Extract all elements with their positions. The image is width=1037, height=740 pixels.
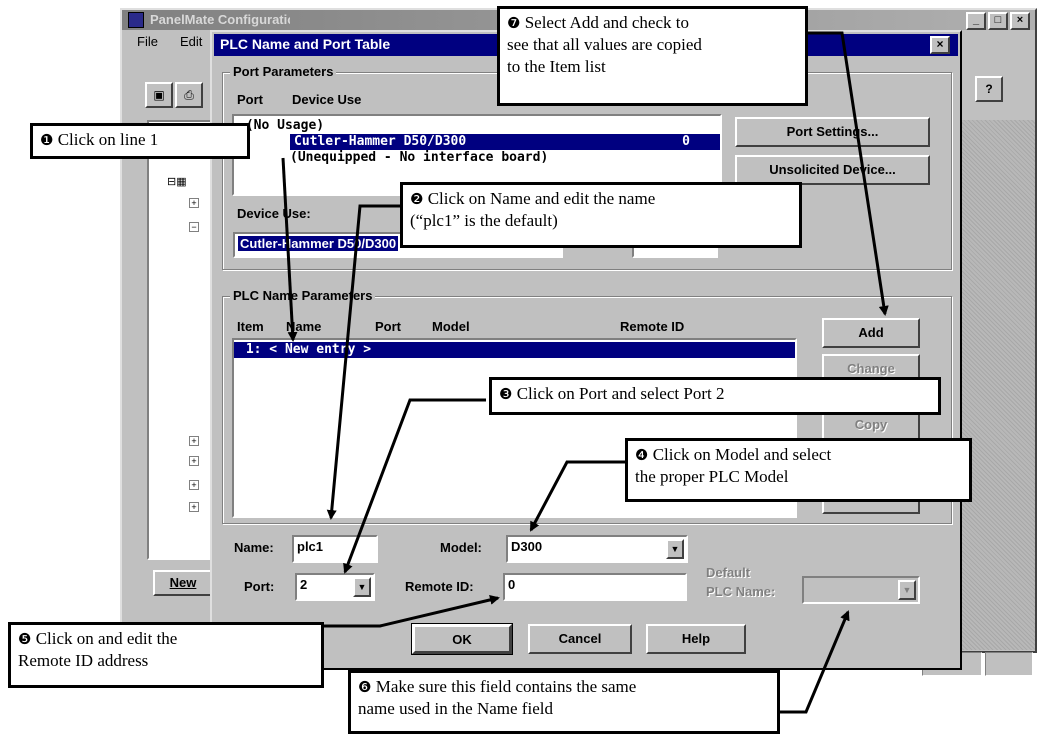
port-row-1-text: (No Usage) [238, 118, 325, 133]
callout-6: ❻ Make sure this field contains the same… [348, 670, 780, 734]
col-device-use: Device Use [292, 92, 362, 107]
callout-4-line2: the proper PLC Model [635, 467, 789, 486]
menu-edit[interactable]: Edit [180, 34, 202, 49]
status-cell [985, 652, 1033, 676]
col-remote-id: Remote ID [620, 319, 685, 334]
name-field[interactable]: plc1 [292, 535, 378, 563]
callout-7-line1: Select Add and check to [524, 13, 689, 32]
help-pointer-icon[interactable]: ? [975, 76, 1003, 102]
callout-7: ❼ Select Add and check to see that all va… [497, 6, 808, 106]
save-icon[interactable]: ▣ [145, 82, 173, 108]
tree-expand-icon[interactable]: + [189, 436, 199, 446]
callout-6-line1: Make sure this field contains the same [375, 677, 637, 696]
device-use-value: Cutler-Hammer D50/D300 [238, 236, 399, 251]
default-plc-dropdown-arrow-icon[interactable]: ▼ [898, 580, 916, 600]
callout-3-text: Click on Port and select Port 2 [516, 384, 725, 403]
remote-id-label: Remote ID: [405, 579, 474, 594]
app-icon [128, 12, 144, 28]
minimize-icon[interactable]: _ [966, 12, 986, 30]
port-settings-button[interactable]: Port Settings... [735, 117, 930, 147]
callout-7-line3: to the Item list [507, 57, 606, 76]
plc-name-parameters-label: PLC Name Parameters [230, 288, 376, 303]
callout-7-number: ❼ [507, 14, 521, 32]
menu-file[interactable]: File [137, 34, 158, 49]
model-dropdown-arrow-icon[interactable]: ▼ [666, 539, 684, 559]
unsolicited-device-button[interactable]: Unsolicited Device... [735, 155, 930, 185]
col-port: Port [237, 92, 263, 107]
editor-title: PanelMate Configuration Editor - C:\P [150, 12, 290, 27]
callout-5-line2: Remote ID address [18, 651, 149, 670]
port-value: 2 [300, 577, 308, 592]
callout-2: ❷ Click on Name and edit the name (“plc1”… [400, 182, 802, 248]
callout-6-line2: name used in the Name field [358, 699, 553, 718]
col-item: Item [237, 319, 264, 334]
tree-pane[interactable]: ⊟▦ + − + + + + [147, 120, 219, 560]
port-row-3[interactable]: (Unequipped - No interface board) [286, 150, 720, 166]
col-name: Name [286, 319, 322, 334]
maximize-icon[interactable]: □ [988, 12, 1008, 30]
callout-5-line1: Click on and edit the [35, 629, 178, 648]
callout-5-number: ❺ [18, 630, 32, 648]
close-icon[interactable]: × [1010, 12, 1030, 30]
port-row-2[interactable]: Cutler-Hammer D50/D300 0 [290, 134, 720, 150]
callout-2-line1: Click on Name and edit the name [427, 189, 656, 208]
device-use-label: Device Use: [237, 206, 311, 221]
callout-3: ❸ Click on Port and select Port 2 [489, 377, 941, 415]
callout-1-number: ❶ [40, 131, 54, 149]
col-port: Port [375, 319, 401, 334]
tree-expand-icon[interactable]: + [189, 502, 199, 512]
port-row-3-text: (Unequipped - No interface board) [290, 150, 549, 165]
callout-6-number: ❻ [358, 678, 372, 696]
port-parameters-label: Port Parameters [230, 64, 337, 79]
dialog-close-icon[interactable]: × [930, 36, 950, 54]
callout-2-line2: (“plc1” is the default) [410, 211, 558, 230]
tree-expand-icon[interactable]: + [189, 480, 199, 490]
new-button[interactable]: New [153, 570, 213, 596]
add-button[interactable]: Add [822, 318, 920, 348]
default-plc-name-label-1: Default [706, 565, 751, 580]
port-row-2-id: 0 [682, 134, 690, 149]
col-model: Model [432, 319, 470, 334]
name-label: Name: [234, 540, 274, 555]
tree-expand-icon[interactable]: + [189, 198, 199, 208]
plc-item-row-1-text: 1: < New entry > [238, 342, 372, 357]
callout-2-number: ❷ [410, 190, 424, 208]
model-value: D300 [511, 539, 543, 554]
callout-7-line2: see that all values are copied [507, 35, 702, 54]
callout-5: ❺ Click on and edit the Remote ID address [8, 622, 324, 688]
callout-1-text: Click on line 1 [57, 130, 159, 149]
port-row-2-text: Cutler-Hammer D50/D300 [294, 134, 467, 149]
callout-4: ❹ Click on Model and select the proper PL… [625, 438, 972, 502]
callout-3-number: ❸ [499, 385, 513, 403]
default-plc-name-label-2: PLC Name: [706, 584, 776, 599]
port-dropdown-arrow-icon[interactable]: ▼ [353, 577, 371, 597]
tree-expand-icon[interactable]: + [189, 456, 199, 466]
model-label: Model: [440, 540, 482, 555]
port-label: Port: [244, 579, 275, 594]
callout-4-line1: Click on Model and select [652, 445, 832, 464]
ok-button[interactable]: OK [411, 623, 513, 655]
callout-4-number: ❹ [635, 446, 649, 464]
remote-id-field[interactable]: 0 [503, 573, 687, 601]
callout-1: ❶ Click on line 1 [30, 123, 250, 159]
print-icon[interactable]: ⎙ [175, 82, 203, 108]
help-button[interactable]: Help [646, 624, 746, 654]
port-row-1[interactable]: (No Usage) [234, 118, 720, 134]
plc-item-row-1[interactable]: 1: < New entry > [234, 342, 795, 358]
cancel-button[interactable]: Cancel [528, 624, 632, 654]
workspace-pane [950, 120, 1035, 650]
model-dropdown[interactable]: D300 [506, 535, 688, 563]
help-glyph: ? [985, 82, 993, 96]
tree-node-icon: ⊟▦ [167, 176, 187, 188]
tree-collapse-icon[interactable]: − [189, 222, 199, 232]
